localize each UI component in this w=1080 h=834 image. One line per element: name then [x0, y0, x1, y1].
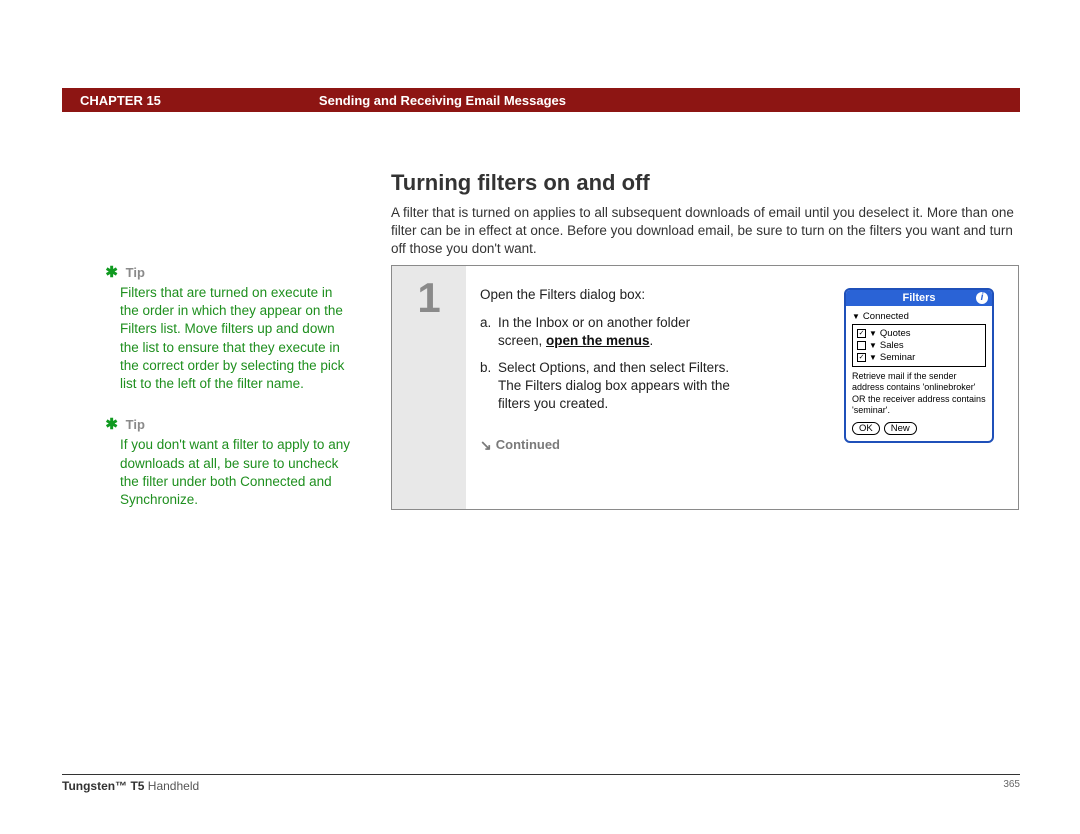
- step-instructions: Open the Filters dialog box: a. In the I…: [480, 286, 730, 454]
- product-name: Tungsten™ T5 Handheld: [62, 779, 199, 793]
- step-item-a: a. In the Inbox or on another folder scr…: [480, 314, 730, 350]
- chapter-title: Sending and Receiving Email Messages: [319, 93, 566, 108]
- main-content: Turning filters on and off A filter that…: [391, 170, 1019, 257]
- product-name-rest: Handheld: [144, 779, 199, 793]
- dialog-button-row: OK New: [852, 422, 986, 435]
- filter-name: Seminar: [880, 352, 915, 363]
- dropdown-arrow-icon: ▼: [869, 354, 877, 362]
- page: CHAPTER 15 Sending and Receiving Email M…: [0, 0, 1080, 834]
- step-item-text: Select Options, and then select Filters.…: [498, 359, 730, 414]
- product-name-bold: Tungsten™ T5: [62, 779, 144, 793]
- filter-checkbox[interactable]: ✓: [857, 353, 866, 362]
- step-box: 1 Open the Filters dialog box: a. In the…: [391, 265, 1019, 510]
- asterisk-icon: ✱: [100, 263, 118, 281]
- tip-block: ✱ Tip If you don't want a filter to appl…: [120, 415, 352, 509]
- section-heading: Turning filters on and off: [391, 170, 1019, 196]
- step-list: a. In the Inbox or on another folder scr…: [480, 314, 730, 413]
- filter-row-seminar[interactable]: ✓ ▼ Seminar: [857, 352, 981, 363]
- tip-body: If you don't want a filter to apply to a…: [120, 436, 352, 509]
- step-item-label: a.: [480, 314, 498, 350]
- step-number: 1: [417, 274, 440, 322]
- ok-button[interactable]: OK: [852, 422, 880, 435]
- dropdown-arrow-icon: ▼: [869, 330, 877, 338]
- filters-dialog-title-text: Filters: [902, 292, 935, 304]
- tip-body: Filters that are turned on execute in th…: [120, 284, 352, 393]
- filter-checkbox[interactable]: ✓: [857, 329, 866, 338]
- filters-dialog-title: Filters i: [846, 290, 992, 306]
- filter-description: Retrieve mail if the sender address cont…: [852, 371, 986, 416]
- filters-list: ✓ ▼ Quotes ▼ Sales ✓ ▼ Seminar: [852, 324, 986, 367]
- step-number-column: 1: [392, 266, 466, 509]
- intro-paragraph: A filter that is turned on applies to al…: [391, 204, 1019, 257]
- tip-heading: ✱ Tip: [120, 415, 352, 433]
- step-lead: Open the Filters dialog box:: [480, 286, 730, 304]
- step-item-text-post: .: [650, 333, 654, 348]
- chapter-label: CHAPTER 15: [80, 93, 161, 108]
- tip-label: Tip: [126, 265, 145, 280]
- dropdown-arrow-icon: ▼: [852, 313, 860, 321]
- tip-block: ✱ Tip Filters that are turned on execute…: [120, 263, 352, 393]
- dropdown-arrow-icon: ▼: [869, 342, 877, 350]
- filter-name: Sales: [880, 340, 904, 351]
- page-number: 365: [1003, 779, 1020, 793]
- step-item-b: b. Select Options, and then select Filte…: [480, 359, 730, 414]
- asterisk-icon: ✱: [100, 415, 118, 433]
- step-item-label: b.: [480, 359, 498, 414]
- chapter-header-bar: CHAPTER 15 Sending and Receiving Email M…: [62, 88, 1020, 112]
- page-footer: Tungsten™ T5 Handheld 365: [62, 774, 1020, 793]
- tip-heading: ✱ Tip: [120, 263, 352, 281]
- filter-checkbox[interactable]: [857, 341, 866, 350]
- connection-mode-dropdown[interactable]: ▼ Connected: [852, 311, 986, 322]
- continued-label: ↘ Continued: [480, 435, 730, 454]
- tips-sidebar: ✱ Tip Filters that are turned on execute…: [120, 263, 352, 531]
- filter-name: Quotes: [880, 328, 911, 339]
- filters-dialog: Filters i ▼ Connected ✓ ▼ Quotes ▼: [844, 288, 994, 443]
- tip-label: Tip: [126, 417, 145, 432]
- filter-row-quotes[interactable]: ✓ ▼ Quotes: [857, 328, 981, 339]
- step-item-text: In the Inbox or on another folder screen…: [498, 314, 730, 350]
- continue-arrow-icon: ↘: [480, 436, 492, 455]
- new-button[interactable]: New: [884, 422, 917, 435]
- connection-mode-label: Connected: [863, 311, 909, 322]
- open-menus-link[interactable]: open the menus: [546, 333, 650, 348]
- info-icon[interactable]: i: [976, 292, 988, 304]
- filter-row-sales[interactable]: ▼ Sales: [857, 340, 981, 351]
- filters-dialog-body: ▼ Connected ✓ ▼ Quotes ▼ Sales ✓: [846, 306, 992, 441]
- continued-text: Continued: [496, 437, 560, 452]
